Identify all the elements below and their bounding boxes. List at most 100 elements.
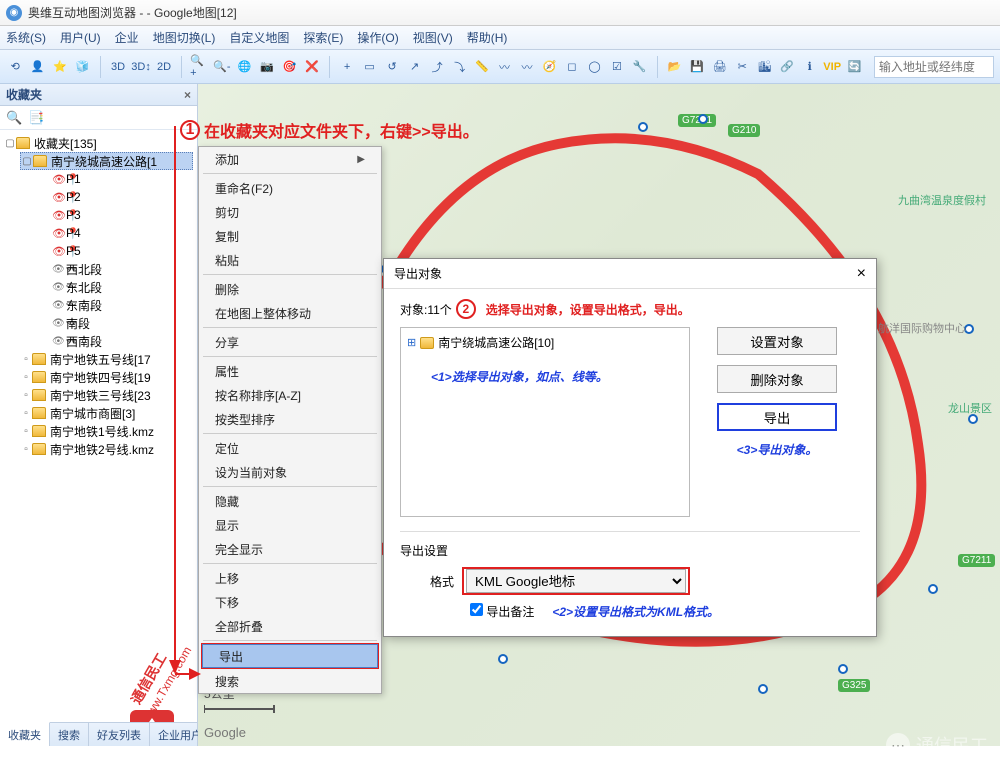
tree-folder[interactable]: ▫南宁地铁1号线.kmz: [20, 422, 193, 440]
tool-undo-icon[interactable]: ↺: [383, 56, 401, 78]
tool-star-icon[interactable]: ⭐: [51, 56, 69, 78]
tool-cut-icon[interactable]: ✂: [733, 56, 751, 78]
tool-3d-icon[interactable]: 3D: [109, 56, 127, 78]
menu-explore[interactable]: 探索(E): [303, 29, 343, 46]
tree-root[interactable]: ▢ 收藏夹[135]: [4, 134, 193, 152]
set-object-button[interactable]: 设置对象: [717, 327, 837, 355]
tool-arrow-icon[interactable]: ↗: [405, 56, 423, 78]
menu-mapswitch[interactable]: 地图切换(L): [153, 29, 216, 46]
ctx-search[interactable]: 搜索: [199, 669, 381, 693]
tree-pin[interactable]: 👁📍P3: [52, 206, 193, 224]
tool-curve1-icon[interactable]: ⤴: [428, 56, 446, 78]
ctx-show[interactable]: 显示: [199, 513, 381, 537]
export-remark-checkbox[interactable]: 导出备注: [470, 603, 534, 620]
sidebar-copy-icon[interactable]: 📑: [28, 110, 44, 126]
menu-enterprise[interactable]: 企业: [115, 29, 139, 46]
ctx-move-on-map[interactable]: 在地图上整体移动: [199, 301, 381, 325]
tool-2d-icon[interactable]: 2D: [155, 56, 173, 78]
tool-3d2-icon[interactable]: 3D↕: [131, 56, 151, 78]
format-select[interactable]: KML Google地标: [466, 569, 686, 593]
export-button[interactable]: 导出: [717, 403, 837, 431]
ctx-locate[interactable]: 定位: [199, 436, 381, 460]
tab-search[interactable]: 搜索: [50, 723, 89, 746]
tree-folder[interactable]: ▫南宁城市商圈[3]: [20, 404, 193, 422]
tree-pin[interactable]: 👁📍P5: [52, 242, 193, 260]
ctx-set-current[interactable]: 设为当前对象: [199, 460, 381, 484]
ctx-sort-type[interactable]: 按类型排序: [199, 407, 381, 431]
export-object-list[interactable]: ⊞ 南宁绕城高速公路[10] <1>选择导出对象，如点、线等。: [400, 327, 690, 517]
tool-check-icon[interactable]: ☑: [608, 56, 626, 78]
tool-ruler-icon[interactable]: 📏: [473, 56, 491, 78]
tool-city-icon[interactable]: 🏙: [755, 56, 773, 78]
tree-track[interactable]: 👁〰西北段: [52, 260, 193, 278]
address-search-input[interactable]: [874, 56, 994, 78]
menu-custommap[interactable]: 自定义地图: [229, 29, 289, 46]
tree-folder[interactable]: ▫南宁地铁五号线[17: [20, 350, 193, 368]
favorites-tree[interactable]: ▢ 收藏夹[135] ▢ 南宁绕城高速公路[1 👁📍P1 👁📍P2: [0, 130, 197, 722]
tool-user-icon[interactable]: 👤: [28, 56, 46, 78]
tool-open-icon[interactable]: 📂: [666, 56, 684, 78]
sidebar-close-icon[interactable]: ×: [184, 88, 191, 102]
menu-operate[interactable]: 操作(O): [357, 29, 398, 46]
tool-zoomout-icon[interactable]: 🔍-: [213, 56, 231, 78]
ctx-move-down[interactable]: 下移: [199, 590, 381, 614]
sidebar-search-icon[interactable]: 🔍: [6, 110, 22, 126]
tree-track[interactable]: 👁〰西南段: [52, 332, 193, 350]
menu-system[interactable]: 系统(S): [6, 29, 46, 46]
tab-favorites[interactable]: 收藏夹: [0, 722, 50, 746]
tool-globe-icon[interactable]: 🌐: [235, 56, 253, 78]
ctx-paste[interactable]: 粘贴: [199, 248, 381, 272]
tree-folder[interactable]: ▫南宁地铁2号线.kmz: [20, 440, 193, 458]
dialog-titlebar[interactable]: 导出对象 ×: [384, 259, 876, 289]
tool-curve2-icon[interactable]: ⤵: [450, 56, 468, 78]
tool-target-icon[interactable]: 🎯: [280, 56, 298, 78]
tree-track[interactable]: 👁〰东南段: [52, 296, 193, 314]
ctx-props[interactable]: 属性: [199, 359, 381, 383]
tool-rect-icon[interactable]: ▭: [360, 56, 378, 78]
tree-pin[interactable]: 👁📍P2: [52, 188, 193, 206]
ctx-rename[interactable]: 重命名(F2): [199, 176, 381, 200]
ctx-copy[interactable]: 复制: [199, 224, 381, 248]
ctx-add[interactable]: 添加▶: [199, 147, 381, 171]
tool-vip-icon[interactable]: VIP: [823, 56, 841, 78]
ctx-delete[interactable]: 删除: [199, 277, 381, 301]
ctx-cut[interactable]: 剪切: [199, 200, 381, 224]
tab-friends[interactable]: 好友列表: [89, 723, 150, 746]
tool-circle-icon[interactable]: ◯: [585, 56, 603, 78]
tool-save-icon[interactable]: 💾: [688, 56, 706, 78]
tool-clear-icon[interactable]: ❌: [303, 56, 321, 78]
tool-zoomin-icon[interactable]: 🔍+: [190, 56, 208, 78]
tool-cube-icon[interactable]: 🧊: [73, 56, 91, 78]
list-item[interactable]: ⊞ 南宁绕城高速公路[10]: [407, 334, 683, 351]
tool-square-icon[interactable]: ◻: [563, 56, 581, 78]
tool-link-icon[interactable]: 🔗: [778, 56, 796, 78]
ctx-export[interactable]: 导出: [202, 644, 378, 668]
menu-view[interactable]: 视图(V): [413, 29, 453, 46]
tree-track[interactable]: 👁〰南段: [52, 314, 193, 332]
tree-pin[interactable]: 👁📍P1: [52, 170, 193, 188]
dialog-close-icon[interactable]: ×: [857, 265, 866, 283]
ctx-hide[interactable]: 隐藏: [199, 489, 381, 513]
ctx-sort-az[interactable]: 按名称排序[A-Z]: [199, 383, 381, 407]
ctx-collapse-all[interactable]: 全部折叠: [199, 614, 381, 638]
menu-user[interactable]: 用户(U): [60, 29, 101, 46]
tool-refresh-icon[interactable]: ⟲: [6, 56, 24, 78]
tree-selected-folder[interactable]: ▢ 南宁绕城高速公路[1: [20, 152, 193, 170]
tree-folder[interactable]: ▫南宁地铁四号线[19: [20, 368, 193, 386]
tool-path2-icon[interactable]: 〰: [518, 56, 536, 78]
tool-info-icon[interactable]: ℹ: [800, 56, 818, 78]
menu-help[interactable]: 帮助(H): [467, 29, 508, 46]
tool-print-icon[interactable]: 🖨: [711, 56, 729, 78]
ctx-share[interactable]: 分享: [199, 330, 381, 354]
ctx-move-up[interactable]: 上移: [199, 566, 381, 590]
delete-object-button[interactable]: 删除对象: [717, 365, 837, 393]
tool-screenshot-icon[interactable]: 📷: [258, 56, 276, 78]
tool-addpoint-icon[interactable]: +: [338, 56, 356, 78]
tool-compass-icon[interactable]: 🧭: [540, 56, 558, 78]
tree-folder[interactable]: ▫南宁地铁三号线[23: [20, 386, 193, 404]
ctx-show-full[interactable]: 完全显示: [199, 537, 381, 561]
tree-track[interactable]: 👁〰东北段: [52, 278, 193, 296]
tool-path1-icon[interactable]: 〰: [495, 56, 513, 78]
tool-wrench-icon[interactable]: 🔧: [630, 56, 648, 78]
tree-pin[interactable]: 👁📍P4: [52, 224, 193, 242]
